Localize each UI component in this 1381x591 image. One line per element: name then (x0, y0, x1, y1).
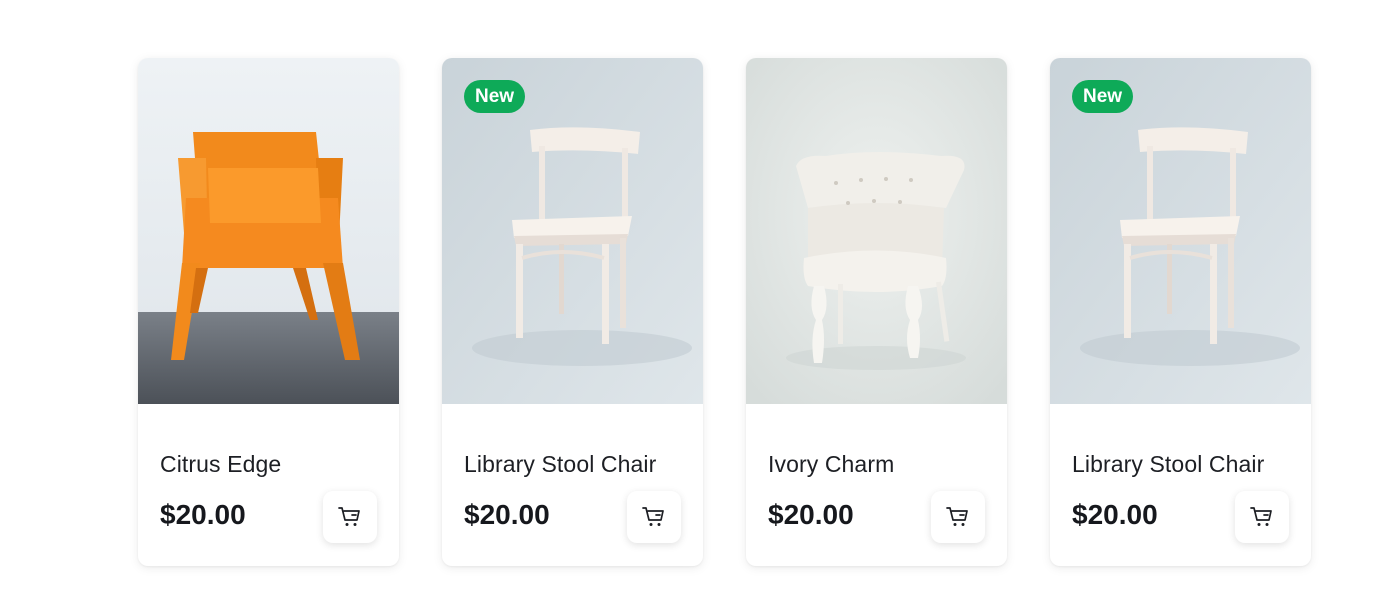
product-image[interactable]: New (442, 58, 703, 404)
cart-icon (1250, 507, 1272, 526)
product-grid-page: Citrus Edge $20.00 New Library Stool Cha… (0, 0, 1381, 591)
product-price: $20.00 (464, 499, 550, 530)
new-badge: New (464, 80, 526, 113)
cart-icon (642, 507, 664, 526)
product-info: Library Stool Chair $20.00 (442, 404, 703, 566)
new-badge: New (1072, 80, 1134, 113)
product-card-row: Citrus Edge $20.00 New Library Stool Cha… (138, 58, 1311, 566)
product-image[interactable] (138, 58, 399, 404)
product-info: Ivory Charm $20.00 (746, 404, 1007, 566)
add-to-cart-button[interactable] (1235, 491, 1289, 543)
white-tufted-armchair-photo (746, 58, 1007, 404)
product-image[interactable] (746, 58, 1007, 404)
product-info: Citrus Edge $20.00 (138, 404, 399, 566)
product-info: Library Stool Chair $20.00 (1050, 404, 1311, 566)
product-card[interactable]: New Library Stool Chair $20.00 (442, 58, 703, 566)
add-to-cart-button[interactable] (931, 491, 985, 543)
product-name[interactable]: Library Stool Chair (464, 451, 656, 478)
product-card[interactable]: Ivory Charm $20.00 (746, 58, 1007, 566)
product-price: $20.00 (768, 499, 854, 530)
orange-chair-photo (138, 58, 399, 404)
product-name[interactable]: Library Stool Chair (1072, 451, 1264, 478)
cart-icon (338, 507, 360, 526)
cart-icon (946, 507, 968, 526)
product-name[interactable]: Citrus Edge (160, 451, 281, 478)
product-price: $20.00 (160, 499, 246, 530)
product-name[interactable]: Ivory Charm (768, 451, 894, 478)
product-card[interactable]: New Library Stool Chair $20.00 (1050, 58, 1311, 566)
product-price: $20.00 (1072, 499, 1158, 530)
product-image[interactable]: New (1050, 58, 1311, 404)
product-card[interactable]: Citrus Edge $20.00 (138, 58, 399, 566)
add-to-cart-button[interactable] (627, 491, 681, 543)
add-to-cart-button[interactable] (323, 491, 377, 543)
